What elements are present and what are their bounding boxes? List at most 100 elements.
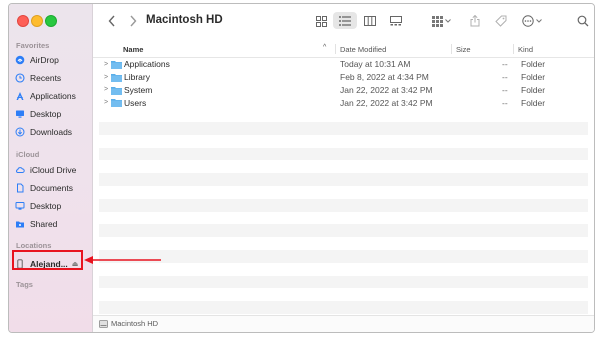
disclosure-chevron-icon[interactable]: > [104,74,108,81]
icon-view-button[interactable] [314,13,328,29]
section-locations: Locations [16,241,52,250]
back-button[interactable] [106,13,118,29]
empty-row [99,147,588,161]
sidebar-item-applications[interactable]: Applications [15,88,76,103]
group-button[interactable] [430,13,452,29]
applications-icon [15,91,25,101]
file-name: Users [124,97,147,108]
sidebar-item-recents[interactable]: Recents [15,70,61,85]
sidebar-item-label: Documents [30,182,73,193]
gallery-view-icon [390,16,402,26]
list-view-icon [339,15,351,26]
zoom-window-button[interactable] [45,15,57,27]
disclosure-chevron-icon[interactable]: > [104,61,108,68]
file-name: Library [124,72,150,83]
chevron-left-icon [108,15,115,27]
empty-row [99,186,588,199]
sidebar-item-label: Recents [30,72,62,83]
sidebar-item-label: iCloud Drive [30,164,77,175]
hard-drive-icon [99,320,108,328]
desktop-icon [15,201,25,211]
empty-row [99,301,588,314]
sidebar-item-label: Desktop [30,108,62,119]
tag-button[interactable] [494,13,508,29]
disclosure-chevron-icon[interactable]: > [104,99,108,106]
search-icon [577,15,589,27]
empty-row [99,224,588,238]
document-icon [15,183,25,193]
sidebar-item-label: Applications [30,90,76,101]
more-options-icon [522,15,534,27]
window-title: Macintosh HD [146,14,223,26]
file-size: -- [502,72,508,83]
section-favorites: Favorites [16,41,50,50]
empty-row [99,135,588,148]
minimize-window-button[interactable] [31,15,43,27]
file-kind: Folder [521,84,546,95]
search-button[interactable] [576,13,590,29]
finder-window: Favorites AirDrop Recents Applications D… [8,3,595,333]
table-row[interactable]: > Applications Today at 10:31 AM -- Fold… [99,58,588,71]
sidebar-item-icloud-drive[interactable]: iCloud Drive [15,162,76,177]
file-kind: Folder [521,72,546,83]
folder-icon [111,86,122,95]
column-view-icon [364,16,376,26]
folder-icon [111,73,122,82]
clock-icon [15,72,25,83]
file-date: Today at 10:31 AM [340,59,411,70]
sidebar-item-desktop[interactable]: Desktop [15,106,61,121]
empty-row [99,249,588,263]
close-window-button[interactable] [17,15,29,27]
file-size: -- [502,97,508,108]
gallery-view-button[interactable] [389,13,403,29]
sidebar-item-shared[interactable]: Shared [15,216,57,231]
table-row[interactable]: > System Jan 22, 2022 at 3:42 PM -- Fold… [99,84,588,97]
cloud-icon [15,165,25,175]
folder-icon [111,61,122,69]
main-pane: Macintosh HD Name ^ Date Modified Size K… [93,4,594,332]
sort-ascending-icon: ^ [323,44,327,51]
share-button[interactable] [469,13,481,29]
column-divider[interactable] [451,44,452,54]
empty-row [99,173,588,186]
highlight-box [12,250,83,270]
file-name: Applications [124,59,170,70]
column-view-button[interactable] [363,13,377,29]
empty-row [99,237,588,250]
table-row[interactable]: > Library Feb 8, 2022 at 4:34 PM -- Fold… [99,71,588,84]
sidebar-item-label: AirDrop [30,54,59,65]
section-icloud: iCloud [16,150,40,159]
empty-row [99,275,588,289]
download-icon [15,127,25,137]
sidebar-item-downloads[interactable]: Downloads [15,124,72,139]
column-divider[interactable] [513,44,514,54]
left-arrow-icon [84,256,161,264]
path-label[interactable]: Macintosh HD [111,319,158,328]
action-menu-button[interactable] [520,13,544,29]
file-date: Jan 22, 2022 at 3:42 PM [340,84,433,95]
sidebar-item-icloud-desktop[interactable]: Desktop [15,198,61,213]
table-row[interactable]: > Users Jan 22, 2022 at 3:42 PM -- Folde… [99,96,588,109]
share-icon [470,15,480,27]
list-view-button[interactable] [333,12,357,29]
path-bar: Macintosh HD [93,315,594,332]
chevron-right-icon [130,15,137,27]
column-kind-header[interactable]: Kind [518,45,533,54]
empty-row [99,109,588,122]
chevron-down-icon [444,19,451,23]
disclosure-chevron-icon[interactable]: > [104,86,108,93]
section-tags: Tags [16,280,33,289]
empty-row [99,160,588,173]
sidebar-item-label: Shared [30,218,58,229]
column-size-header[interactable]: Size [456,45,471,54]
file-size: -- [502,84,508,95]
column-name-header[interactable]: Name [123,45,143,54]
tag-icon [495,15,507,27]
sidebar-item-airdrop[interactable]: AirDrop [15,52,59,67]
toolbar: Macintosh HD [93,4,594,39]
sidebar-item-documents[interactable]: Documents [15,180,73,195]
column-date-header[interactable]: Date Modified [340,45,386,54]
forward-button[interactable] [127,13,139,29]
folder-icon [111,99,122,108]
column-divider[interactable] [335,44,336,54]
